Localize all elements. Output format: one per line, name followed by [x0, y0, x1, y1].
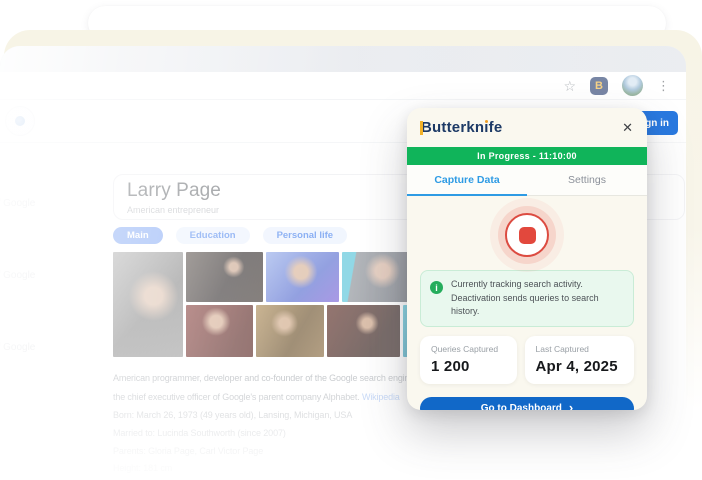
stat-card-queries: Queries Captured 1 200	[420, 335, 517, 384]
edge-text-fragment: of Google	[0, 342, 36, 353]
popup-header: Butterkn ıfe ✕	[407, 108, 647, 147]
browser-tab-strip	[0, 46, 686, 72]
profile-avatar[interactable]	[622, 75, 643, 96]
tab-settings[interactable]: Settings	[527, 165, 647, 195]
dashboard-button-label: Go to Dashboard	[480, 402, 562, 411]
logo-i-dot-icon	[484, 120, 488, 123]
photo-row	[186, 252, 443, 302]
stat-value: Apr 4, 2025	[535, 357, 618, 375]
logo-dot-icon	[15, 116, 25, 126]
edge-text-fragment: of Google	[0, 270, 36, 281]
description-line-1: American programmer, developer and co-fo…	[113, 373, 407, 383]
fact-parents: Parents: Gloria Page, Carl Victor Page	[113, 446, 264, 456]
topic-pills: Main Education Personal life	[113, 227, 348, 244]
status-bar: In Progress - 11:10:00	[407, 147, 647, 165]
stat-card-last-captured: Last Captured Apr 4, 2025	[524, 335, 634, 384]
fact-height: Height: 181 cm	[113, 463, 173, 473]
stat-label: Queries Captured	[431, 343, 499, 354]
description-text: the chief executive officer of Google's …	[113, 392, 360, 402]
logo-yellow-bar-icon	[420, 121, 423, 135]
stat-value: 1 200	[431, 357, 470, 375]
logo-letter-i: ı	[484, 119, 488, 136]
logo-text: Butterkn	[421, 119, 485, 136]
fact-married: Married to: Lucinda Southworth (since 20…	[113, 428, 286, 438]
butterknife-extension-icon[interactable]: B	[590, 76, 608, 95]
photo-thumbnail[interactable]	[186, 305, 253, 357]
tracking-info-box: i Currently tracking search activity. De…	[420, 270, 634, 327]
browser-toolbar: ☆ B ⋮	[0, 72, 686, 100]
info-line-1: Currently tracking search activity.	[451, 279, 583, 289]
wikipedia-link[interactable]: Wikipedia	[362, 392, 400, 402]
butterknife-popup: Butterkn ıfe ✕ In Progress - 11:10:00 Cap…	[407, 108, 647, 410]
browser-menu-icon[interactable]: ⋮	[657, 79, 670, 92]
popup-body: i Currently tracking search activity. De…	[407, 196, 647, 410]
photo-thumbnail[interactable]	[256, 305, 324, 357]
pill-personal-life[interactable]: Personal life	[262, 227, 348, 244]
screenshot-canvas: ☆ B ⋮ Larry Page American entrepreneur M…	[0, 0, 702, 480]
popup-tabs: Capture Data Settings	[407, 165, 647, 196]
page-logo-ghost	[5, 106, 35, 136]
info-icon: i	[430, 281, 443, 294]
close-icon[interactable]: ✕	[622, 121, 633, 134]
tab-capture-data[interactable]: Capture Data	[407, 165, 527, 196]
pill-education[interactable]: Education	[175, 227, 250, 244]
butterknife-logo: Butterkn ıfe	[420, 119, 503, 136]
stat-label: Last Captured	[535, 343, 589, 354]
stats-row: Queries Captured 1 200 Last Captured Apr…	[420, 335, 634, 384]
photo-thumbnail[interactable]	[266, 252, 339, 302]
record-area	[420, 204, 634, 270]
description-line-2: the chief executive officer of Google's …	[113, 392, 400, 402]
edge-text-fragment: of Google	[0, 198, 36, 209]
photo-row	[186, 305, 443, 357]
photo-thumbnail[interactable]	[327, 305, 400, 357]
tracking-info-text: Currently tracking search activity. Deac…	[451, 278, 624, 319]
logo-text-end: fe	[488, 119, 503, 136]
photo-thumbnail[interactable]	[186, 252, 263, 302]
stop-recording-button[interactable]	[505, 213, 549, 257]
chevron-right-icon: ›	[568, 400, 574, 410]
go-to-dashboard-button[interactable]: Go to Dashboard ›	[420, 396, 634, 411]
photo-grid-column	[186, 252, 443, 357]
stop-icon	[518, 226, 536, 244]
photo-thumbnail[interactable]	[113, 252, 183, 357]
fact-born: Born: March 26, 1973 (49 years old), Lan…	[113, 410, 353, 420]
photo-grid	[113, 252, 443, 357]
bookmark-star-icon[interactable]: ☆	[563, 79, 576, 93]
info-line-2: Deactivation sends queries to search his…	[451, 292, 599, 317]
pill-main[interactable]: Main	[113, 227, 163, 244]
